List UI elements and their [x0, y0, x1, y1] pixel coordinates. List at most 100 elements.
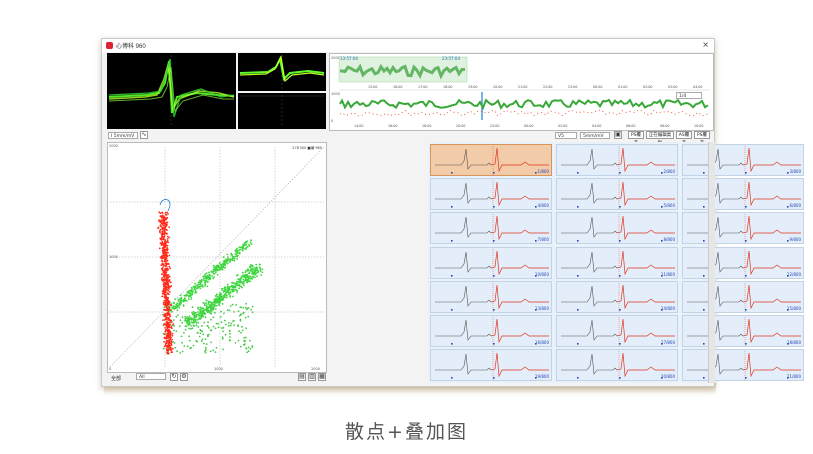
scatter-point-green [238, 330, 240, 333]
overlay-panel-upper[interactable] [238, 53, 326, 91]
trend-zoom-select[interactable]: 1/4 [676, 92, 702, 99]
view-mode-icon-2[interactable]: ▥ [308, 373, 316, 381]
scatter-point-green [190, 298, 193, 300]
scatter-point-green [190, 296, 192, 299]
scatter-point-red [164, 257, 167, 259]
scatter-point-red [163, 313, 166, 316]
scatter-point-green [239, 319, 242, 322]
as-cover-button[interactable]: AS覆盖 [676, 131, 692, 146]
scatter-point-green [226, 262, 229, 265]
scatter-point-red [166, 329, 168, 332]
scatter-point-green [228, 339, 231, 341]
beat-waveform [561, 180, 675, 211]
scatter-point-red [163, 323, 166, 326]
rr-trend-panel[interactable]: 2000 13:57:04 23:57:04 15:00 16:00 17:00 18… [329, 53, 714, 131]
beat-cell-label: 13/800 [534, 305, 549, 311]
beat-cell[interactable]: 7/800 [430, 212, 552, 245]
scatter-point-red [159, 212, 162, 215]
scatter-point-green [215, 301, 217, 304]
view-mode-icon-3[interactable]: ▦ [318, 373, 326, 381]
lead-select-left[interactable]: I 5mm/mV [108, 132, 138, 139]
scatter-point-green [212, 349, 215, 352]
scatter-point-green [247, 346, 250, 349]
beat-cell[interactable]: 3/800 [682, 144, 804, 176]
scatter-point-green [207, 276, 210, 279]
scatter-point-green [229, 305, 232, 307]
scatter-point-red [169, 331, 172, 333]
trend-red-series [339, 109, 711, 117]
scatter-point-green [230, 322, 233, 325]
editing-category-button[interactable]: 正在编辑类别 [646, 131, 674, 146]
beat-cell[interactable]: 6/800 [682, 178, 804, 211]
beat-cell[interactable]: 13/800 [430, 280, 552, 313]
beat-cell[interactable]: 17/800 [556, 315, 678, 347]
beat-cell[interactable]: 15/800 [682, 280, 804, 313]
scatter-point-green [211, 275, 213, 277]
scatter-point-green [207, 325, 209, 328]
scatter-point-red [172, 323, 175, 326]
close-icon[interactable]: × [702, 40, 709, 49]
beat-gain-select[interactable]: 5mm/mV [580, 132, 610, 139]
beat-cell[interactable]: 12/800 [682, 246, 804, 279]
scatter-point-green [236, 255, 239, 258]
beat-cell[interactable]: 8/800 [556, 212, 678, 245]
overlay-panel-lower[interactable] [238, 93, 326, 129]
scatter-point-red [161, 259, 163, 262]
scatter-point-red [166, 346, 169, 349]
beat-cell[interactable]: 21/800 [682, 349, 804, 382]
scatter-point-green [251, 267, 254, 270]
beat-grid[interactable]: 1/800 2/800 3/800 4/800 5/800 6/800 7/800 8/800… [428, 142, 804, 383]
scatter-point-green [173, 342, 176, 344]
scatter-point-green [202, 279, 205, 281]
scatter-point-green [182, 300, 184, 302]
scatter-point-red [166, 320, 168, 323]
scatter-point-green [207, 327, 210, 329]
view-mode-icon-1[interactable]: ▤ [298, 373, 306, 381]
scatter-point-green [237, 278, 240, 281]
scatter-point-green [188, 295, 191, 297]
beat-cell[interactable]: 4/800 [430, 178, 552, 211]
beat-cell[interactable]: 16/800 [430, 315, 552, 347]
settings-icon[interactable]: ⚙ [180, 373, 188, 381]
scatter-point-green [207, 306, 209, 309]
beat-cell[interactable]: 19/800 [430, 349, 552, 382]
beat-waveform [561, 214, 675, 245]
scatter-point-green [242, 245, 245, 248]
scatter-point-green [215, 293, 218, 296]
scatter-point-green [215, 322, 218, 325]
scatter-point-green [241, 325, 243, 328]
refresh-icon[interactable]: ↻ [170, 373, 178, 381]
beat-cell[interactable]: 18/800 [682, 315, 804, 347]
scatter-point-green [221, 265, 224, 268]
scatter-point-red [165, 260, 168, 262]
scatter-panel[interactable]: 278 N/V ■编 960 2000 1000 0 1000 2000 [107, 142, 327, 373]
beat-cell[interactable]: 10/800 [430, 246, 552, 279]
beat-lead-select[interactable]: V5 [555, 132, 577, 139]
scatter-point-red [161, 268, 164, 271]
beat-cell[interactable]: 20/800 [556, 349, 678, 382]
beat-cell[interactable]: 2/800 [556, 144, 678, 176]
filter-icon[interactable]: ∿ [140, 131, 148, 139]
scatter-point-green [205, 308, 207, 311]
ps-cover-button[interactable]: PS覆盖 [628, 131, 644, 146]
beat-cell[interactable]: 9/800 [682, 212, 804, 245]
scatter-point-green [195, 324, 198, 327]
image-view-icon[interactable]: ▣ [614, 131, 622, 139]
beat-grid-scrollbar[interactable] [708, 142, 715, 383]
scatter-point-green [191, 306, 194, 309]
scatter-point-red [163, 296, 166, 298]
scatter-point-red [161, 211, 164, 214]
beat-cell[interactable]: 1/800 [430, 144, 552, 176]
overlay-panel-main[interactable] [107, 53, 236, 129]
scatter-point-red [167, 289, 169, 292]
beat-cell[interactable]: 14/800 [556, 280, 678, 313]
scatter-point-green [197, 286, 200, 288]
trend-top-tick: 03:00 [668, 85, 678, 89]
beat-cell[interactable]: 11/800 [556, 246, 678, 279]
beat-cell[interactable]: 5/800 [556, 178, 678, 211]
scatter-point-green [249, 241, 252, 244]
scatter-filter-select[interactable]: All [136, 373, 166, 380]
scatter-point-red [164, 284, 166, 287]
beat-cell-label: 9/800 [789, 237, 801, 243]
ps-cover-button-2[interactable]: PS覆盖 [694, 131, 710, 146]
